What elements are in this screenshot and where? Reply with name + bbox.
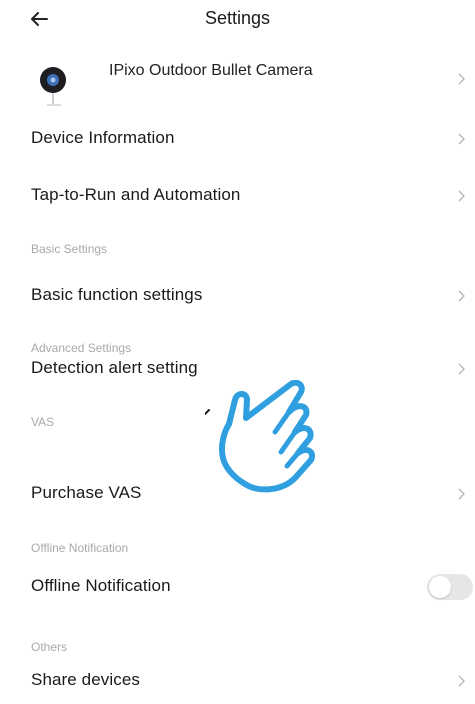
section-vas: VAS: [31, 415, 55, 429]
tap-to-run-label: Tap-to-Run and Automation: [31, 185, 241, 204]
chevron-right-icon: [458, 363, 465, 375]
chevron-right-icon: [458, 73, 465, 85]
section-others: Others: [31, 640, 68, 654]
toggle-knob: [429, 576, 451, 598]
offline-notification-row: Offline Notification: [0, 560, 475, 612]
device-information-label: Device Information: [31, 128, 175, 147]
offline-notification-toggle[interactable]: [427, 574, 473, 600]
header: Settings: [0, 0, 475, 40]
section-offline-notification: Offline Notification: [31, 541, 129, 555]
device-row[interactable]: IPixo Outdoor Bullet Camera: [0, 48, 475, 118]
chevron-right-icon: [458, 290, 465, 302]
share-devices-row[interactable]: Share devices: [0, 656, 475, 702]
offline-notification-label: Offline Notification: [31, 576, 171, 595]
device-information-row[interactable]: Device Information: [0, 116, 475, 162]
pointing-hand-icon: [205, 380, 315, 493]
chevron-right-icon: [458, 190, 465, 202]
tap-to-run-row[interactable]: Tap-to-Run and Automation: [0, 173, 475, 219]
section-basic-settings: Basic Settings: [31, 242, 108, 256]
security-camera-icon: [35, 56, 81, 110]
basic-function-row[interactable]: Basic function settings: [0, 273, 475, 319]
share-devices-label: Share devices: [31, 670, 141, 689]
chevron-right-icon: [458, 488, 465, 500]
detection-alert-label: Detection alert setting: [31, 358, 198, 377]
purchase-vas-label: Purchase VAS: [31, 483, 142, 502]
chevron-right-icon: [458, 675, 465, 687]
chevron-right-icon: [458, 133, 465, 145]
basic-function-label: Basic function settings: [31, 285, 203, 304]
device-name: IPixo Outdoor Bullet Camera: [109, 62, 313, 79]
page-title: Settings: [204, 8, 271, 28]
